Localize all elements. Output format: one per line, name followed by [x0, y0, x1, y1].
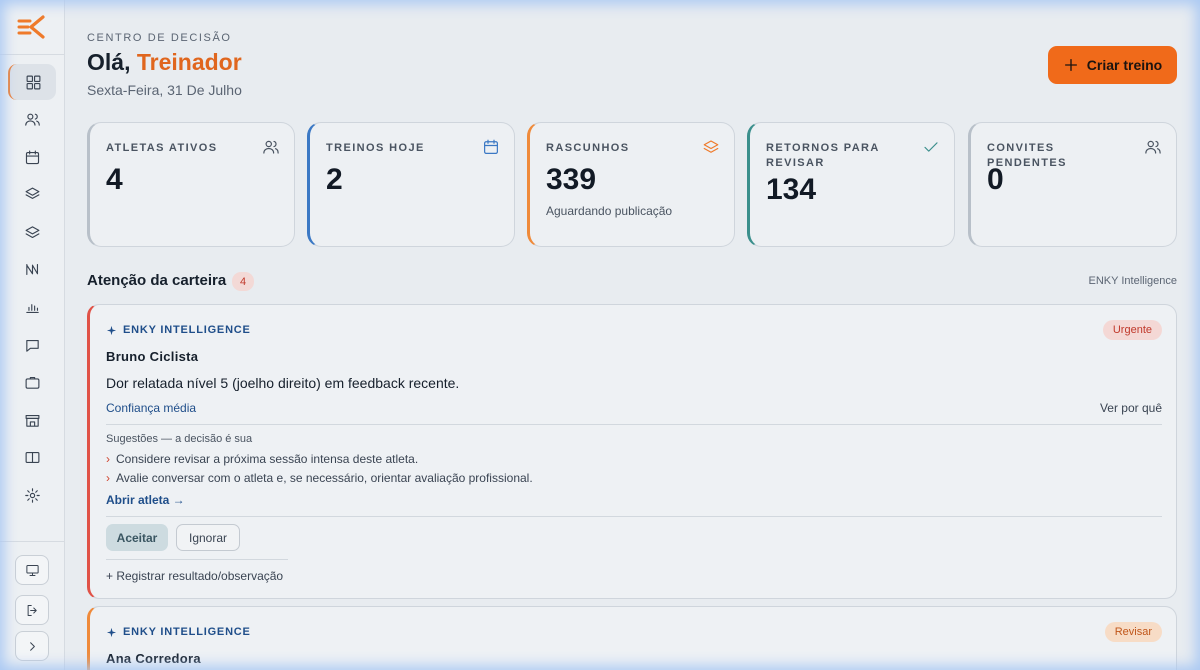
sidebar-divider [0, 54, 65, 55]
stat-subtitle: Aguardando publicação [546, 204, 673, 218]
sidebar-divider [0, 541, 65, 542]
athlete-name: Ana Corredora [106, 651, 201, 666]
sidebar-item-business[interactable] [8, 365, 56, 401]
section-source-label: ENKY Intelligence [1088, 275, 1177, 287]
stat-value: 0 [987, 163, 1004, 196]
suggestion-item: › Avalie conversar com o atleta e, se nec… [106, 471, 533, 485]
stat-card-pending-invites[interactable]: CONVITES PENDENTES 0 [968, 122, 1177, 247]
alert-source: ENKY INTELLIGENCE [106, 324, 251, 336]
sidebar-nav [0, 64, 65, 515]
suggestions-title: Sugestões — a decisão é sua [106, 433, 253, 445]
suggestion-item: › Considere revisar a próxima sessão inte… [106, 452, 419, 466]
expand-sidebar-button[interactable] [15, 631, 49, 661]
register-result-link[interactable]: + Registrar resultado/observação [106, 569, 283, 583]
users-icon [1145, 140, 1161, 154]
section-title: Atenção da carteira [87, 272, 227, 289]
monitor-icon [25, 564, 39, 576]
ignore-button[interactable]: Ignorar [176, 524, 240, 551]
briefcase-icon [25, 377, 39, 389]
check-icon [924, 142, 938, 152]
stat-card-workouts-today[interactable]: TREINOS HOJE 2 [307, 122, 515, 247]
sidebar-item-performance[interactable] [8, 252, 56, 288]
store-icon [25, 414, 39, 427]
stat-value: 2 [326, 163, 343, 196]
stat-card-active-athletes[interactable]: ATLETAS ATIVOS 4 [87, 122, 295, 247]
stat-label: ATLETAS ATIVOS [106, 142, 218, 154]
logout-icon [27, 604, 37, 616]
greeting-name: Treinador [136, 49, 242, 75]
divider [106, 516, 1162, 517]
sidebar-item-dashboard[interactable] [8, 64, 56, 100]
create-workout-button[interactable]: Criar treino [1048, 46, 1177, 84]
sparkle-icon [106, 325, 117, 335]
enky-logo[interactable] [16, 14, 48, 40]
sidebar-item-messages[interactable] [8, 327, 56, 363]
calendar-icon [25, 150, 39, 164]
sidebar-item-workouts[interactable] [8, 177, 56, 213]
logout-button[interactable] [15, 595, 49, 625]
chevron-right-icon: › [106, 452, 110, 466]
divider [106, 559, 288, 560]
chevron-right-icon [29, 641, 35, 651]
stat-card-feedback-review[interactable]: RETORNOS PARA REVISAR 134 [747, 122, 955, 247]
alert-message: Dor relatada nível 5 (joelho direito) em… [106, 375, 460, 391]
alert-source: ENKY INTELLIGENCE [106, 626, 251, 638]
dashboard-icon [26, 75, 40, 89]
settings-icon [24, 488, 40, 503]
review-badge: Revisar [1104, 622, 1162, 642]
greeting-prefix: Olá, [87, 49, 131, 75]
display-mode-button[interactable] [15, 555, 49, 585]
page-title: Olá, Treinador [87, 49, 242, 76]
sidebar-item-reports[interactable] [8, 290, 56, 326]
urgency-badge: Urgente [1102, 320, 1162, 340]
stat-value: 4 [106, 163, 123, 196]
plus-icon [1064, 59, 1077, 71]
stat-label: RASCUNHOS [546, 142, 630, 154]
bar-chart-icon [25, 304, 39, 314]
alert-source-label: ENKY INTELLIGENCE [123, 324, 251, 336]
page-eyebrow: CENTRO DE DECISÃO [87, 32, 232, 44]
users-icon [263, 140, 279, 154]
alert-card: ENKY INTELLIGENCE Revisar Ana Corredora [87, 606, 1177, 670]
layers-icon [25, 187, 39, 200]
alert-source-label: ENKY INTELLIGENCE [123, 626, 251, 638]
chat-icon [25, 339, 39, 352]
accept-button[interactable]: Aceitar [106, 524, 168, 551]
sidebar-item-library[interactable] [8, 440, 56, 476]
athlete-name: Bruno Ciclista [106, 349, 199, 364]
alert-card: ENKY INTELLIGENCE Urgente Bruno Ciclista… [87, 304, 1177, 599]
stat-label: RETORNOS PARA REVISAR [766, 142, 880, 169]
chevron-right-icon: › [106, 471, 110, 485]
stack-icon [25, 226, 39, 238]
stat-card-drafts[interactable]: RASCUNHOS 339 Aguardando publicação [527, 122, 735, 247]
sparkle-icon [106, 627, 117, 637]
sidebar-item-athletes[interactable] [8, 102, 56, 138]
book-icon [25, 452, 39, 464]
trend-icon [25, 264, 38, 276]
create-workout-label: Criar treino [1086, 57, 1163, 73]
open-athlete-link[interactable]: Abrir atleta → [106, 493, 185, 507]
divider [106, 424, 1162, 425]
sidebar-item-calendar[interactable] [8, 139, 56, 175]
stat-label: CONVITES PENDENTES [987, 142, 1067, 169]
users-icon [24, 113, 40, 126]
stat-label: TREINOS HOJE [326, 142, 425, 154]
confidence-label: Confiança média [106, 401, 197, 415]
why-link[interactable]: Ver por quê [1100, 401, 1162, 415]
sidebar-item-store[interactable] [8, 402, 56, 438]
stat-value: 134 [766, 173, 817, 206]
stat-value: 339 [546, 163, 597, 196]
sidebar [0, 0, 65, 670]
sidebar-item-settings[interactable] [8, 478, 56, 514]
calendar-icon [484, 139, 498, 154]
sidebar-item-plans[interactable] [8, 214, 56, 250]
layers-icon [703, 140, 719, 153]
attention-count-badge: 4 [232, 272, 254, 291]
current-date: Sexta-Feira, 31 De Julho [87, 82, 242, 98]
